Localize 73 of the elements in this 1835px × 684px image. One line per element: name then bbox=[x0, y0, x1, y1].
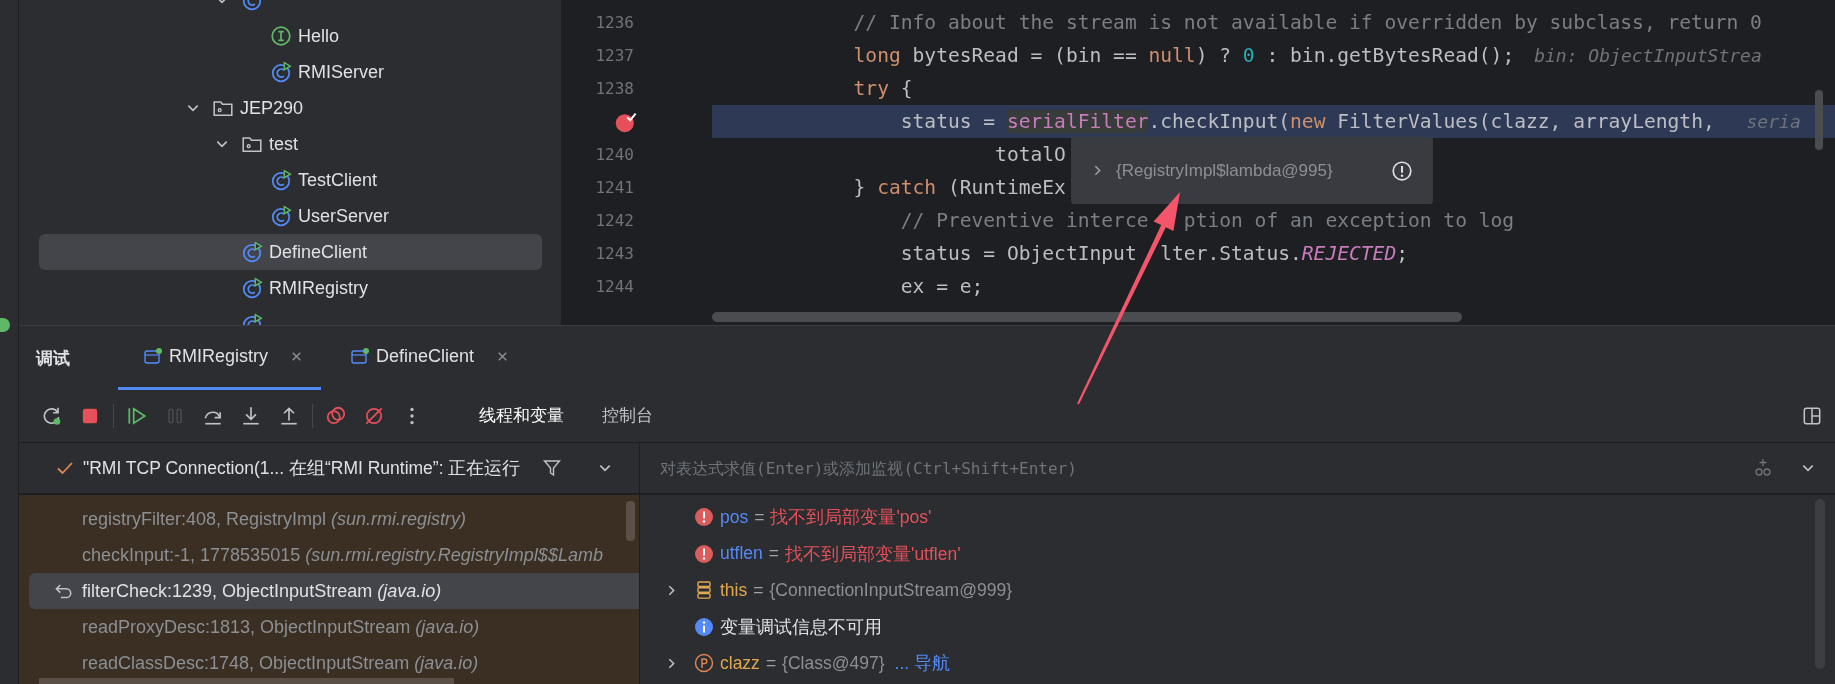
runnable-class-icon bbox=[241, 277, 263, 299]
code-line: } catch (RuntimeEx bbox=[852, 175, 1066, 201]
tree-item[interactable]: JEP290 bbox=[39, 90, 542, 126]
warning-icon[interactable] bbox=[1391, 159, 1413, 182]
stack-frame[interactable]: readProxyDesc:1813, ObjectInputStream (java.io) bbox=[29, 609, 639, 645]
stack-frame[interactable]: readClassDesc:1748, ObjectInputStream (java.io) bbox=[29, 645, 639, 681]
variable-row[interactable]: utflen = 找不到局部变量'utflen' bbox=[640, 535, 1835, 572]
window-icon bbox=[350, 346, 370, 367]
tree-item[interactable]: RMIRegistry bbox=[39, 270, 542, 306]
runnable-class-icon bbox=[270, 205, 292, 227]
session-tab[interactable]: DefineClient bbox=[325, 326, 528, 390]
close-icon[interactable] bbox=[290, 350, 303, 363]
code-line: status = ObjectInput lter.Status.REJECTED; bbox=[899, 241, 1408, 267]
line-number: 1237 bbox=[595, 46, 634, 65]
line-number: 1244 bbox=[595, 277, 634, 296]
parameter-icon bbox=[694, 653, 714, 674]
line-number: 1241 bbox=[595, 178, 634, 197]
line-number: 1238 bbox=[595, 79, 634, 98]
error-icon bbox=[694, 507, 714, 528]
panel-title: 调试 bbox=[36, 347, 70, 370]
tree-item[interactable]: RMIServer bbox=[39, 54, 542, 90]
scrollbar[interactable] bbox=[1815, 90, 1823, 150]
runnable-class-icon bbox=[241, 241, 263, 263]
tree-item[interactable]: DefineClient bbox=[39, 234, 542, 270]
step-into-icon[interactable] bbox=[240, 405, 262, 427]
variable-row[interactable]: 变量调试信息不可用 bbox=[640, 608, 1835, 645]
resume-icon[interactable] bbox=[126, 405, 148, 427]
view-tab[interactable]: 控制台 bbox=[602, 390, 653, 442]
run-indicator-icon[interactable] bbox=[0, 318, 10, 332]
error-icon bbox=[694, 543, 714, 564]
code-line: // Info about the stream is not available if overridden by subclass, return 0 bbox=[852, 10, 1762, 36]
code-line: totalO bbox=[994, 142, 1066, 168]
variable-row[interactable]: clazz = {Class@497} ... 导航 bbox=[640, 645, 1835, 682]
tree-item[interactable]: TestClient bbox=[39, 162, 542, 198]
filter-icon[interactable] bbox=[542, 458, 563, 478]
glasses-icon[interactable] bbox=[1753, 458, 1773, 478]
variable-row[interactable]: this = {ConnectionInputStream@999} bbox=[640, 572, 1835, 609]
info-icon bbox=[694, 616, 714, 637]
code-line: long bytesRead = (bin == null) ? 0 : bin.getBytesRead(); bin: ObjectInputStrea bbox=[852, 43, 1762, 69]
step-out-icon[interactable] bbox=[278, 405, 300, 427]
navigate-link[interactable]: ... 导航 bbox=[894, 651, 950, 676]
mute-icon[interactable] bbox=[363, 405, 385, 427]
code-line: status = serialFilter.checkInput(new FilterValues(clazz, arrayLength, seria bbox=[899, 109, 1801, 135]
line-number: 1242 bbox=[595, 211, 634, 230]
view-tab[interactable]: 线程和变量 bbox=[479, 390, 564, 442]
variable-row[interactable]: pos = 找不到局部变量'pos' bbox=[640, 499, 1835, 536]
runnable-class-icon bbox=[270, 61, 292, 83]
line-number: 1236 bbox=[595, 13, 634, 32]
tree-item[interactable]: UserServer bbox=[39, 198, 542, 234]
interface-icon bbox=[270, 25, 292, 47]
line-number: 1240 bbox=[595, 145, 634, 164]
rerun-icon[interactable] bbox=[41, 405, 63, 427]
session-tab[interactable]: RMIRegistry bbox=[118, 326, 321, 390]
scrollbar[interactable] bbox=[39, 678, 454, 684]
tooltip-value: {RegistryImpl$lambda@995} bbox=[1116, 160, 1334, 181]
code-line: // Preventive interce ption of an exception to log bbox=[899, 208, 1515, 234]
code-line: try { bbox=[852, 76, 913, 102]
stack-frame[interactable]: filterCheck:1239, ObjectInputStream (java.io) bbox=[29, 573, 639, 609]
stack-frame[interactable]: registryFilter:408, RegistryImpl (sun.rmi.registry) bbox=[29, 501, 639, 537]
window-icon bbox=[143, 346, 163, 367]
stack-frame[interactable]: checkInput:-1, 1778535015 (sun.rmi.registry.RegistryImpl$$Lamb bbox=[29, 537, 639, 573]
expression-field[interactable]: 对表达式求值(Enter)或添加监视(Ctrl+Shift+Enter) bbox=[658, 451, 1737, 485]
breakpoints-icon[interactable] bbox=[325, 405, 347, 427]
scrollbar[interactable] bbox=[626, 501, 635, 541]
layout-icon[interactable] bbox=[1801, 405, 1823, 427]
code-line: ex = e; bbox=[899, 274, 984, 300]
tree-item[interactable]: test bbox=[39, 126, 542, 162]
line-number: 1243 bbox=[595, 244, 634, 263]
close-icon[interactable] bbox=[496, 350, 510, 363]
scrollbar[interactable] bbox=[712, 312, 1462, 322]
stacked-bars-icon bbox=[694, 580, 714, 601]
tree-item[interactable]: Hello bbox=[39, 18, 542, 54]
runnable-class-icon bbox=[270, 169, 292, 191]
